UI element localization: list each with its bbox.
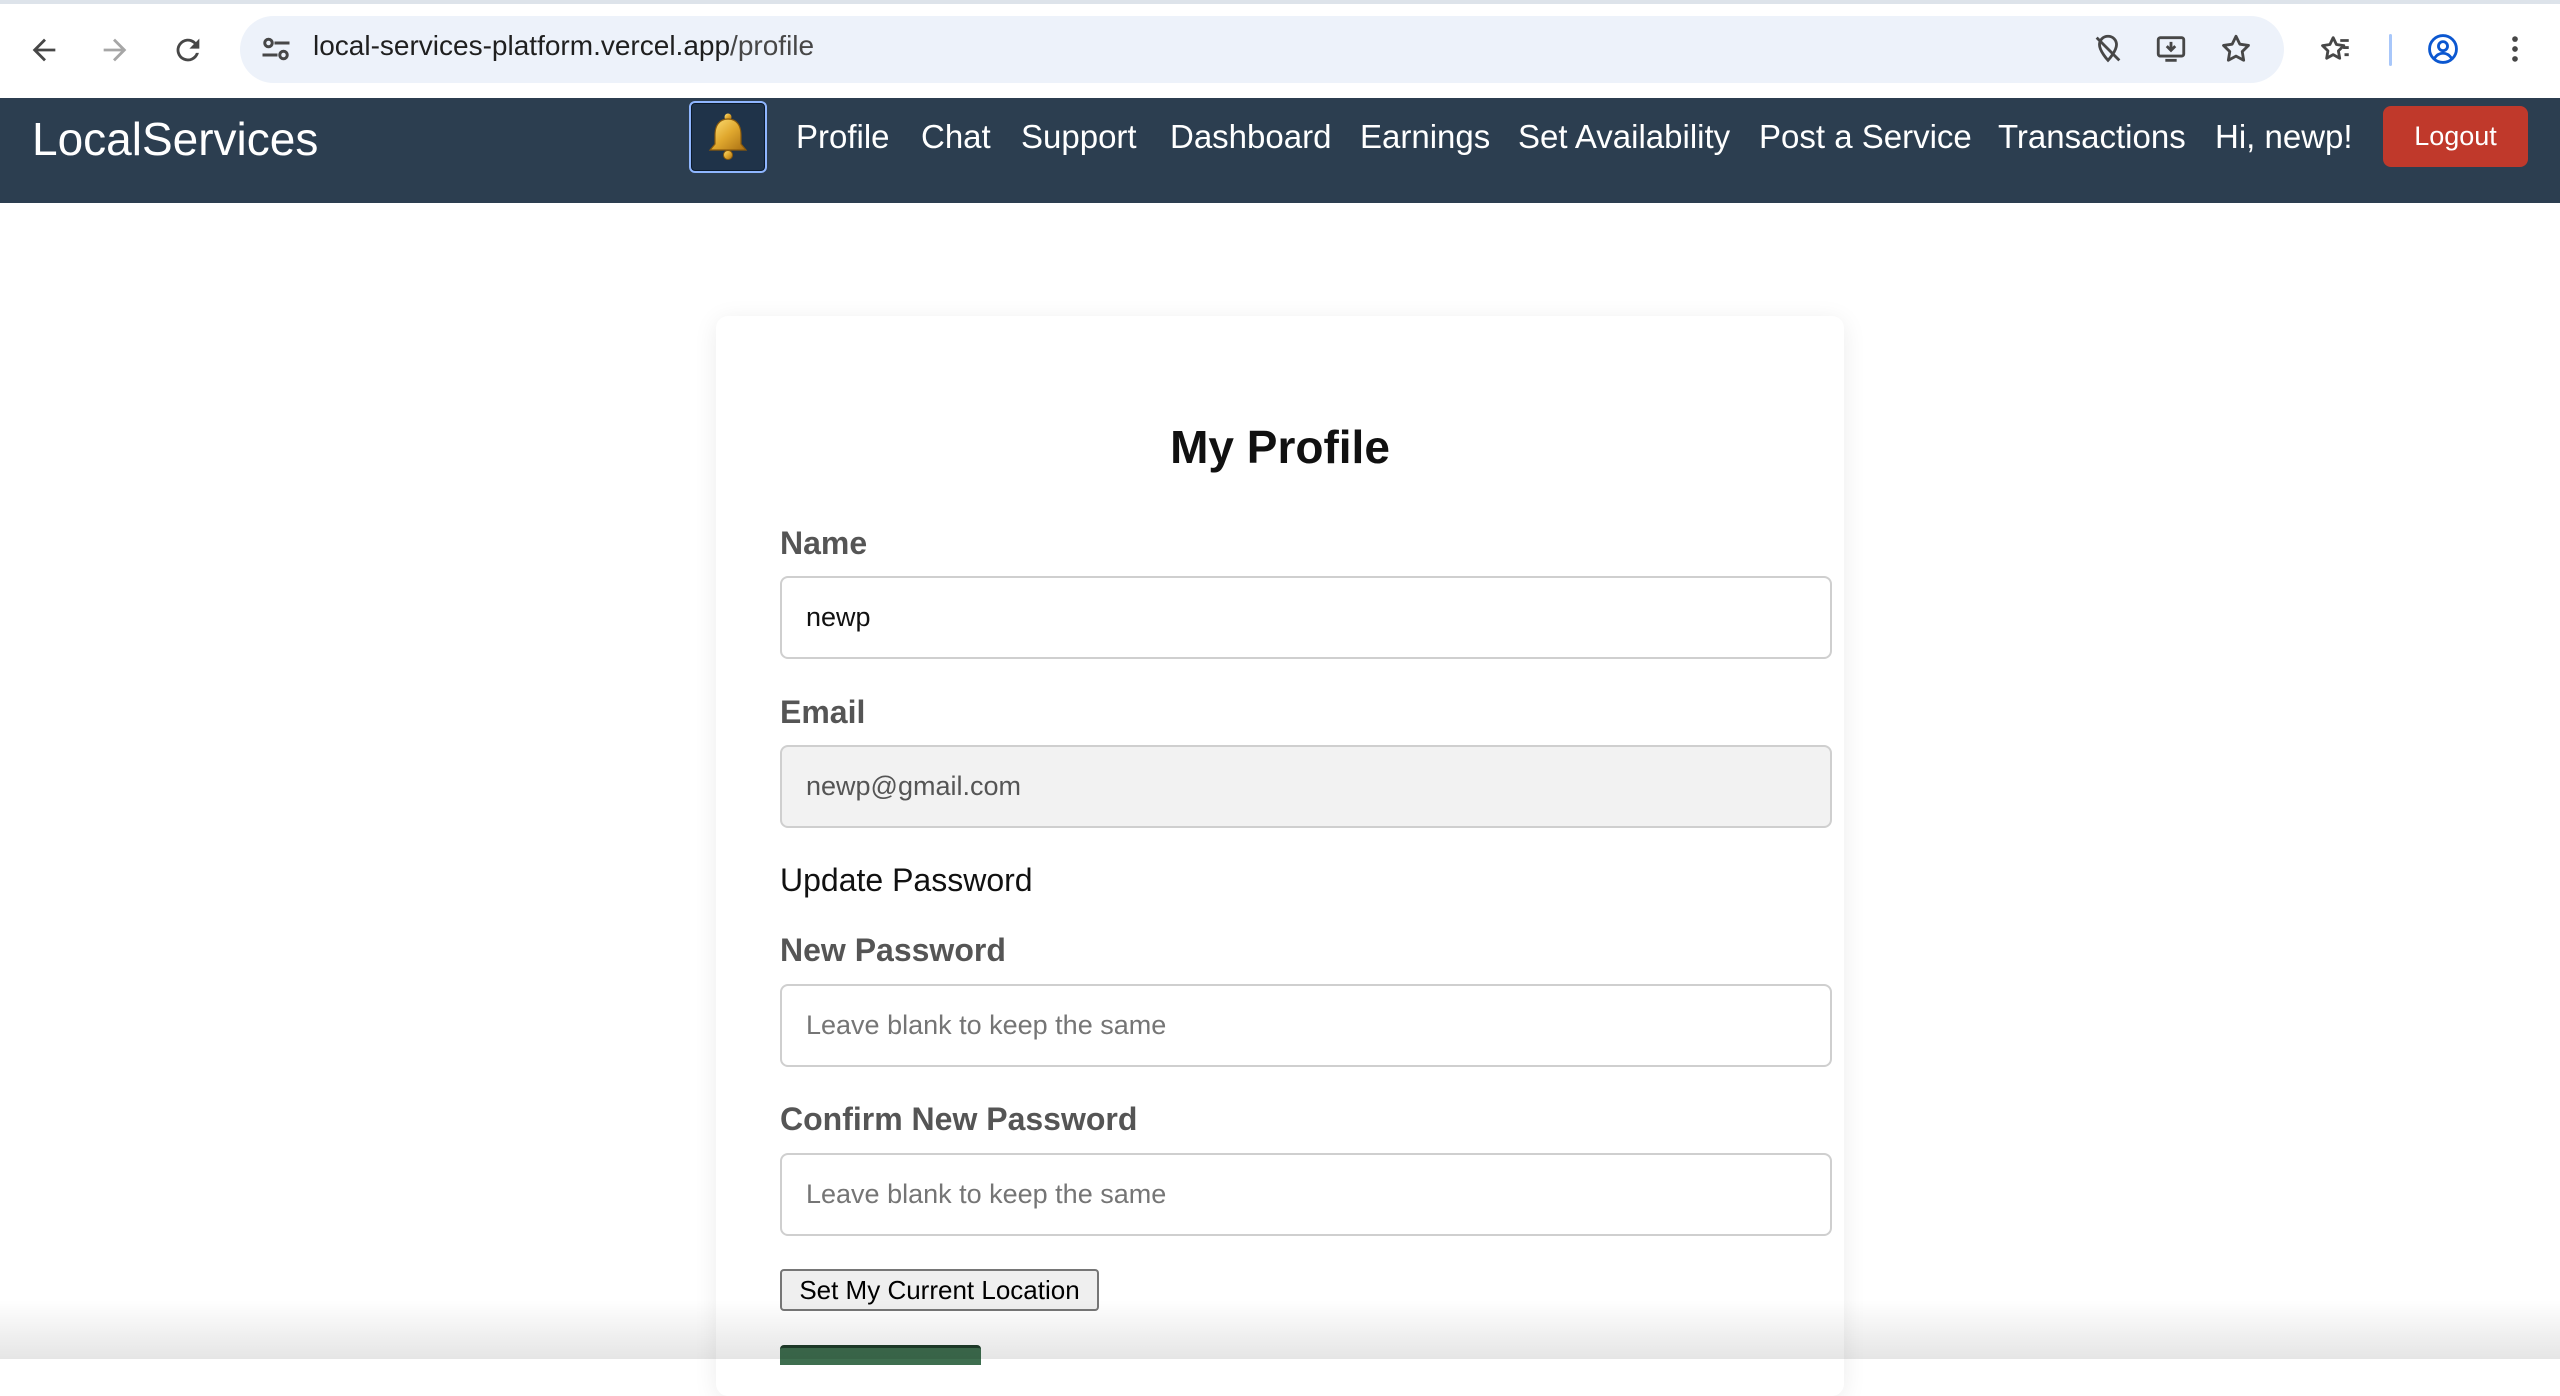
back-arrow-icon[interactable] xyxy=(19,25,69,75)
confirm-password-label: Confirm New Password xyxy=(780,1101,1138,1137)
reload-icon[interactable] xyxy=(163,25,213,75)
install-app-icon[interactable] xyxy=(2151,29,2191,69)
site-info-icon[interactable] xyxy=(258,31,294,67)
url-text[interactable]: local-services-platform.vercel.app/profi… xyxy=(313,30,814,62)
nav-link-set-availability[interactable]: Set Availability xyxy=(1518,118,1730,156)
url-path: /profile xyxy=(730,30,815,61)
bookmarks-icon[interactable] xyxy=(2316,29,2356,69)
confirm-password-input[interactable] xyxy=(780,1153,1832,1236)
url-host: local-services-platform.vercel.app xyxy=(313,30,731,61)
save-button[interactable] xyxy=(780,1345,981,1365)
nav-link-earnings[interactable]: Earnings xyxy=(1360,118,1490,156)
new-password-input[interactable] xyxy=(780,984,1832,1067)
name-input[interactable] xyxy=(780,576,1832,659)
logout-button[interactable]: Logout xyxy=(2383,106,2528,167)
tracking-protection-icon[interactable] xyxy=(2088,29,2128,69)
new-password-label: New Password xyxy=(780,932,1006,968)
email-field xyxy=(780,745,1832,828)
bell-icon xyxy=(708,113,748,160)
profile-icon[interactable] xyxy=(2423,29,2463,69)
bookmark-star-icon[interactable] xyxy=(2216,29,2256,69)
kebab-menu-icon[interactable] xyxy=(2495,29,2535,69)
update-password-heading: Update Password xyxy=(780,862,1033,898)
nav-link-dashboard[interactable]: Dashboard xyxy=(1170,118,1331,156)
toolbar-divider xyxy=(2389,34,2392,66)
set-location-button[interactable]: Set My Current Location xyxy=(780,1269,1099,1311)
brand-logo[interactable]: LocalServices xyxy=(32,112,318,166)
nav-link-post-a-service[interactable]: Post a Service xyxy=(1759,118,1972,156)
nav-link-profile[interactable]: Profile xyxy=(796,118,890,156)
forward-arrow-icon[interactable] xyxy=(90,25,140,75)
email-label: Email xyxy=(780,694,866,730)
user-greeting: Hi, newp! xyxy=(2215,118,2353,155)
nav-link-transactions[interactable]: Transactions xyxy=(1998,118,2186,156)
notifications-button[interactable] xyxy=(689,101,767,173)
page-title: My Profile xyxy=(1170,421,1390,473)
name-label: Name xyxy=(780,525,868,561)
tab-strip-edge xyxy=(0,0,2560,4)
nav-link-support[interactable]: Support xyxy=(1021,118,1137,156)
nav-link-chat[interactable]: Chat xyxy=(921,118,991,156)
